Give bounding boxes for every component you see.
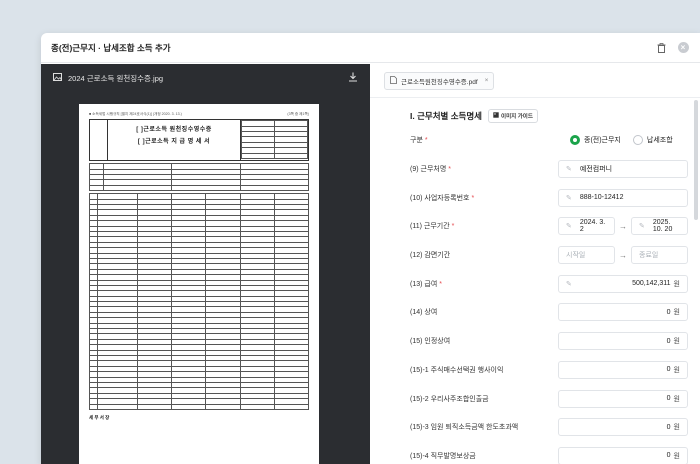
image-guide-button[interactable]: 이미지 가이드 <box>488 109 538 123</box>
row-recognized-bonus: (15) 인정상여 0원 <box>410 327 688 356</box>
reduction-range: 시작일 → 종료일 <box>558 246 688 265</box>
row-period: (11) 근무기간 * ✎ 2024. 3. 2 → ✎ 2025. 10. 20 <box>410 212 688 241</box>
income-add-modal: 종(전)근무지 · 납세조합 소득 추가 × 2024 근로소득 원천징수증.j… <box>41 33 700 464</box>
salary-input[interactable]: ✎ 500,142,311 원 <box>558 274 688 293</box>
trash-icon[interactable] <box>654 41 668 55</box>
company-label: (9) 근무처명 <box>410 166 447 174</box>
viewer-toolbar: 2024 근로소득 원천징수증.jpg <box>41 64 370 92</box>
row-invention: (15)-4 직무발명보상금 0원 <box>410 442 688 464</box>
company-input[interactable]: ✎ 예전컴퍼니 <box>558 160 688 179</box>
file-chip-close-icon[interactable]: × <box>485 77 489 84</box>
biz-no-input[interactable]: ✎ 888-10-12412 <box>558 188 688 207</box>
row-esop: (15)-2 우리사주조합인출금 0원 <box>410 384 688 413</box>
section-header: I. 근무처별 소득명세 이미지 가이드 <box>410 106 688 126</box>
row-company: (9) 근무처명 * ✎ 예전컴퍼니 <box>410 155 688 184</box>
viewer-file-name: 2024 근로소득 원천징수증.jpg <box>68 73 164 83</box>
row-stock-option: (15)-1 주식매수선택권 행사이익 0원 <box>410 356 688 385</box>
pencil-icon: ✎ <box>566 280 572 288</box>
doc-title-2: [ ]근로소득 지 급 명 세 서 <box>137 138 211 145</box>
document-viewer: 2024 근로소득 원천징수증.jpg ■ 소득세법 시행규칙 [별지 제24호… <box>41 64 370 464</box>
image-icon <box>493 112 499 120</box>
doc-header-line: ■ 소득세법 시행규칙 [별지 제24호서식(1)] (개정 2020. 3. … <box>89 112 182 116</box>
reduction-start-input[interactable]: 시작일 <box>558 246 615 265</box>
row-type: 구분 * 종(전)근무지 납세조합 <box>410 126 688 155</box>
invention-label: (15)-4 직무발명보상금 <box>410 452 476 460</box>
pencil-icon: ✎ <box>566 223 572 231</box>
row-salary: (13) 급여 * ✎ 500,142,311 원 <box>410 269 688 298</box>
retirement-excess-input[interactable]: 0원 <box>558 418 688 437</box>
stock-option-label: (15)-1 주식매수선택권 행사이익 <box>410 366 504 374</box>
document-preview[interactable]: ■ 소득세법 시행규칙 [별지 제24호서식(1)] (개정 2020. 3. … <box>79 104 319 464</box>
row-retirement-excess: (15)-3 임원 퇴직소득금액 한도초과액 0원 <box>410 413 688 442</box>
period-label: (11) 근무기간 <box>410 223 450 231</box>
modal-title: 종(전)근무지 · 납세조합 소득 추가 <box>51 42 171 53</box>
invention-input[interactable]: 0원 <box>558 446 688 464</box>
reduction-end-input[interactable]: 종료일 <box>631 246 688 265</box>
image-icon <box>53 73 62 83</box>
image-guide-label: 이미지 가이드 <box>501 114 533 120</box>
arrow-right-icon: → <box>619 250 627 260</box>
doc-table-top <box>89 163 310 192</box>
biz-no-label: (10) 사업자등록번호 <box>410 194 470 202</box>
radio-dot[interactable] <box>632 135 643 146</box>
row-biz-no: (10) 사업자등록번호 * ✎ 888-10-12412 <box>410 183 688 212</box>
radio-dot-selected[interactable] <box>570 135 580 146</box>
close-icon[interactable]: × <box>676 41 690 55</box>
recognized-bonus-label: (15) 인정상여 <box>410 338 451 346</box>
download-icon[interactable] <box>348 72 358 84</box>
type-radio-group: 종(전)근무지 납세조합 <box>558 135 688 146</box>
stock-option-input[interactable]: 0원 <box>558 360 688 379</box>
period-end-input[interactable]: ✎ 2025. 10. 20 <box>631 217 688 236</box>
section-title: I. 근무처별 소득명세 <box>410 111 483 121</box>
row-bonus: (14) 상여 0원 <box>410 298 688 327</box>
radio-previous-workplace[interactable]: 종(전)근무지 <box>570 135 621 146</box>
radio-tax-union[interactable]: 납세조합 <box>632 135 673 146</box>
salary-label: (13) 급여 <box>410 280 438 288</box>
file-tabs: 근로소득원천징수영수증.pdf × <box>370 64 700 98</box>
reduction-label: (12) 감면기간 <box>410 252 451 260</box>
recognized-bonus-input[interactable]: 0원 <box>558 332 688 351</box>
doc-title-1: [ ]근로소득 원천징수영수증 <box>136 127 212 134</box>
modal-header: 종(전)근무지 · 납세조합 소득 추가 × <box>41 33 700 63</box>
period-start-input[interactable]: ✎ 2024. 3. 2 <box>558 217 615 236</box>
pdf-file-icon <box>390 75 397 86</box>
bonus-input[interactable]: 0원 <box>558 303 688 322</box>
doc-footer: 세 무 서 장 <box>89 414 110 420</box>
pencil-icon: ✎ <box>566 166 572 174</box>
file-chip-name: 근로소득원천징수영수증.pdf <box>401 78 478 86</box>
esop-label: (15)-2 우리사주조합인출금 <box>410 395 489 403</box>
pencil-icon: ✎ <box>566 194 572 202</box>
pencil-icon: ✎ <box>639 223 645 231</box>
row-reduction: (12) 감면기간 시작일 → 종료일 <box>410 241 688 270</box>
income-form-panel: 근로소득원천징수영수증.pdf × I. 근무처별 소득명세 이미지 가이드 구… <box>370 64 700 464</box>
retirement-excess-label: (15)-3 임원 퇴직소득금액 한도초과액 <box>410 424 519 432</box>
esop-input[interactable]: 0원 <box>558 389 688 408</box>
file-chip[interactable]: 근로소득원천징수영수증.pdf × <box>384 71 495 90</box>
type-label: 구분 <box>410 137 423 145</box>
arrow-right-icon: → <box>619 221 627 231</box>
doc-table-main <box>89 193 310 410</box>
doc-page-info: (3쪽 중 제1쪽) <box>287 112 309 116</box>
bonus-label: (14) 상여 <box>410 309 438 317</box>
period-range: ✎ 2024. 3. 2 → ✎ 2025. 10. 20 <box>558 217 688 236</box>
form-body: I. 근무처별 소득명세 이미지 가이드 구분 * 종(전)근무지 납세조합 (9… <box>370 98 700 464</box>
